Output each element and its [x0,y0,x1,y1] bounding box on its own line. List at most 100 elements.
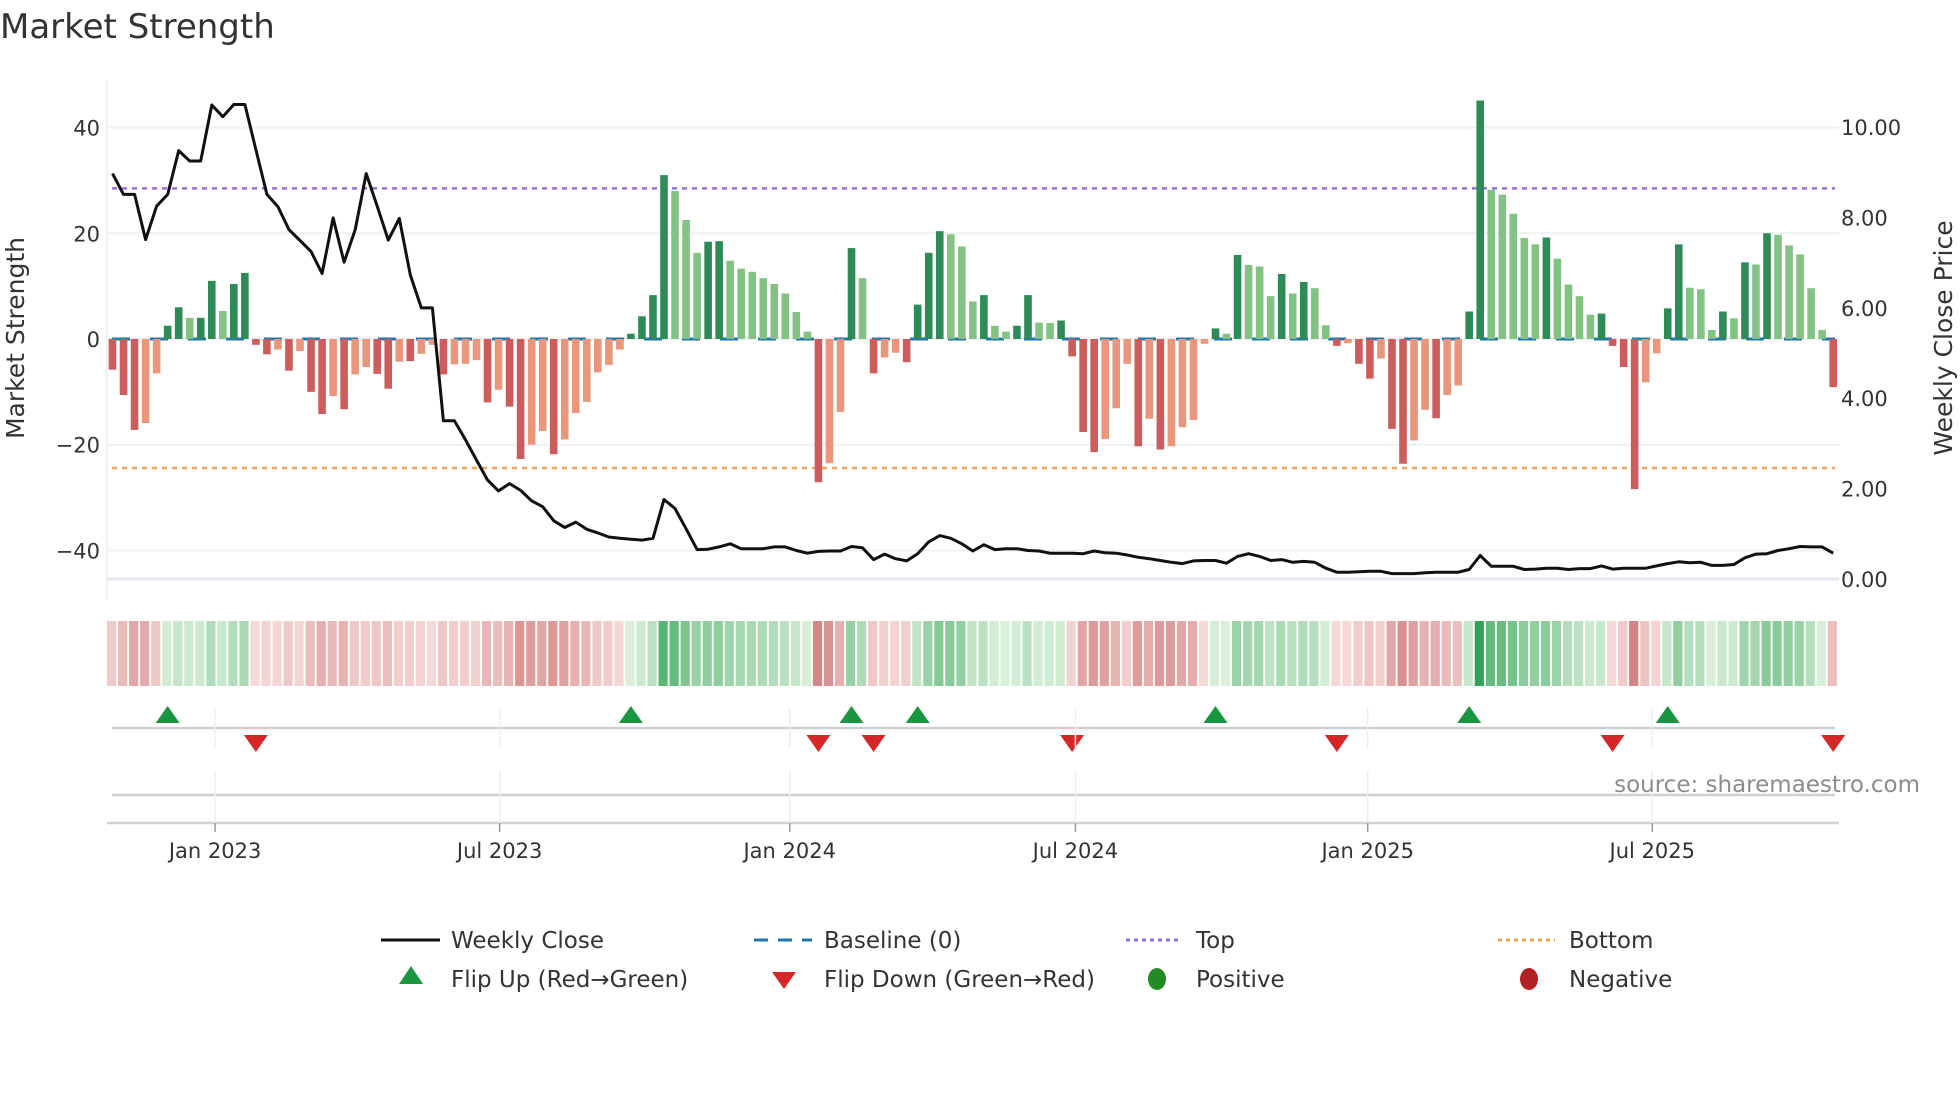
heat-cell [1165,621,1176,686]
strength-bar [1697,289,1705,339]
strength-bar [671,190,679,339]
heat-cell [724,621,734,686]
heat-cell [857,621,867,686]
heat-cell [283,621,293,686]
strength-bar [935,231,944,339]
heat-cell [459,621,470,686]
chart-title: Market Strength [0,7,275,47]
flip-up-marker [905,706,930,723]
strength-bar [616,338,624,350]
strength-bar [869,338,878,374]
heat-cell [426,621,437,686]
x-tick-label: Jan 2023 [167,839,262,863]
strength-bar [1685,287,1694,339]
strength-bar [1652,338,1661,354]
strength-bar [219,310,227,339]
strength-bar [1531,244,1540,339]
strength-bar [880,338,889,358]
heat-cell [1629,621,1639,686]
heat-cell [1827,621,1837,686]
strength-bar [1211,328,1220,339]
strength-bar [1818,330,1826,339]
strength-bar [516,338,525,459]
strength-bar [1255,266,1264,339]
heat-cell [1585,621,1595,686]
strength-bar [1156,338,1165,450]
strength-bar [373,338,382,374]
heat-cell [1353,621,1363,686]
strength-bar [1454,338,1462,386]
strength-bar [737,268,746,339]
strength-bar [439,338,448,375]
strength-bar [1399,338,1407,464]
strength-bar [108,338,117,370]
heat-cell [1684,621,1694,686]
strength-bar [913,304,922,339]
strength-bar [571,338,580,413]
triangle-down-icon [772,972,796,989]
strength-bar [461,338,470,364]
heat-cell [912,621,922,686]
strength-bar [1498,194,1507,339]
strength-bar [1796,254,1804,339]
legend-item-flip-up: Flip Up (Red→Green) [399,966,688,993]
left-axis-title: Market Strength [1,237,30,439]
strength-bar [1145,338,1154,419]
strength-bar [1785,245,1793,339]
flip-up-marker [1457,706,1482,723]
flip-markers-panel [112,706,1846,797]
strength-bar [230,284,238,339]
strength-bar [958,246,966,339]
strength-bar [1421,338,1429,410]
heat-cell [1022,621,1032,686]
strength-bar [1443,338,1451,396]
strength-bar [1035,322,1043,339]
heat-cell [1673,621,1683,686]
heat-cell [437,621,448,686]
heat-cell [382,621,392,686]
heat-cell [1717,621,1727,686]
strength-bar [792,312,801,339]
heat-cell [846,621,856,686]
left-tick-label: 0 [87,328,100,352]
heat-cell [702,621,712,686]
heat-cell [526,621,536,686]
heat-cell [989,621,999,686]
strength-bar [946,234,955,339]
heat-cell [636,621,646,686]
strength-bar [1542,237,1551,339]
flip-up-marker [155,706,180,723]
heat-cell [923,621,933,686]
heat-cell [680,621,690,686]
strength-bar [252,338,260,345]
heat-cell [316,621,326,686]
strength-bar [1333,338,1341,346]
heat-cell [1320,621,1330,686]
heat-cell [1596,621,1606,686]
heat-cell [360,621,370,686]
date-axis: Jan 2023 Jul 2023 Jan 2024 Jul 2024 Jan 2025… [107,708,1839,863]
strength-bar [1509,213,1518,339]
heat-cell [1132,621,1142,686]
heat-cell [834,621,845,686]
left-axis-ticks: −40 −20 0 20 40 [56,117,100,564]
heat-cell [1794,621,1804,686]
heat-cell [470,621,481,686]
heat-cell [735,621,745,686]
heat-cell [1386,621,1396,686]
heat-cell [1805,621,1815,686]
market-strength-chart: Market Strength −40 −20 0 20 40 0.00 2.00 4.00… [0,7,1958,993]
heat-cell [592,621,602,686]
heat-cell [1375,621,1385,686]
left-tick-label: 20 [73,222,100,246]
heat-cell [691,621,701,686]
flip-down-marker [243,735,268,752]
right-tick-label: 4.00 [1841,387,1888,411]
strength-bar [759,278,768,339]
strength-bar [1432,338,1440,419]
x-tick-label: Jan 2025 [1319,839,1414,863]
heat-cell [868,621,878,686]
x-tick-label: Jul 2025 [1608,839,1695,863]
heat-cell [1198,621,1209,686]
heat-cell [1419,621,1429,686]
